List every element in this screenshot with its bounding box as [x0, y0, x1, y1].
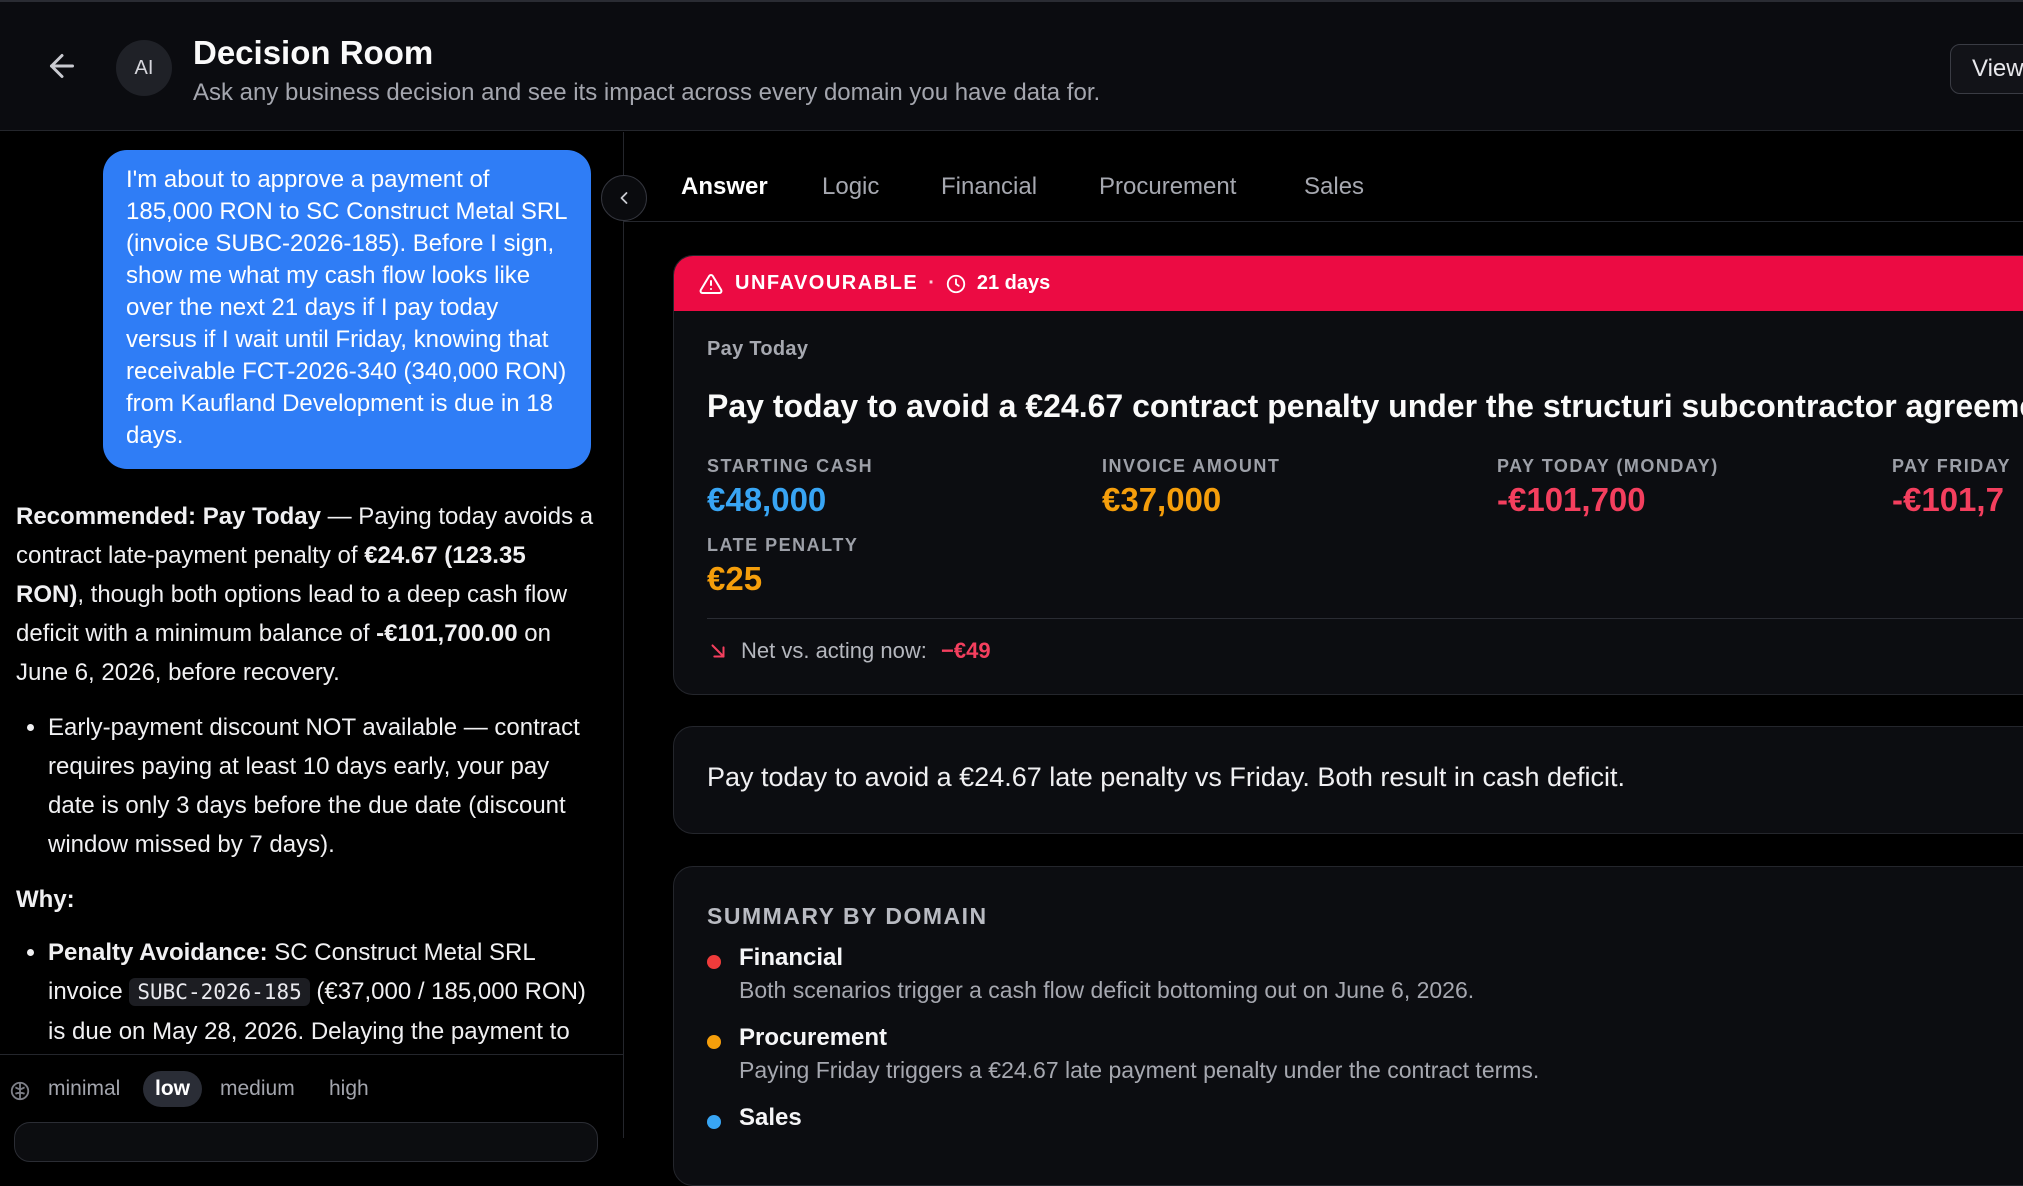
late-penalty-label: LATE PENALTY: [707, 535, 859, 555]
view-button[interactable]: View: [1950, 44, 2023, 94]
effort-option-low[interactable]: low: [143, 1071, 202, 1107]
invoice-code: SUBC-2026-185: [129, 978, 310, 1006]
domain-financial-desc: Both scenarios trigger a cash flow defic…: [739, 977, 1475, 1003]
domain-summary-heading: SUMMARY BY DOMAIN: [707, 903, 988, 929]
effort-option-medium[interactable]: medium: [208, 1071, 307, 1107]
brain-icon: [9, 1080, 31, 1107]
page-title: Decision Room: [193, 34, 434, 71]
invoice-amount-value: €37,000: [1102, 481, 1222, 518]
pane-divider: [623, 132, 624, 1138]
chat-pane: I'm about to approve a payment of 185,00…: [0, 132, 623, 1138]
domain-financial-name: Financial: [739, 944, 844, 971]
net-label: Net vs. acting now:: [741, 638, 927, 663]
net-value: −€49: [941, 638, 991, 663]
domain-procurement-name: Procurement: [739, 1024, 888, 1051]
domain-summary-card: SUMMARY BY DOMAIN Financial Both scenari…: [673, 866, 2023, 1186]
tab-answer[interactable]: Answer: [681, 173, 768, 201]
pay-today-label: PAY TODAY (MONDAY): [1497, 456, 1719, 476]
summary-sentence: Pay today to avoid a €24.67 late penalty…: [707, 762, 1626, 792]
domain-sales-name: Sales: [739, 1104, 802, 1131]
tab-logic[interactable]: Logic: [822, 173, 879, 201]
user-message-bubble: I'm about to approve a payment of 185,00…: [103, 150, 591, 469]
tab-financial[interactable]: Financial: [941, 173, 1037, 201]
answer-bullet: Early-payment discount NOT available — c…: [48, 708, 596, 864]
back-button[interactable]: [44, 48, 80, 84]
pay-today-value: -€101,700: [1497, 481, 1646, 518]
answer-paragraph: Recommended: Pay Today — Paying today av…: [16, 497, 596, 692]
pay-friday-value: -€101,7: [1892, 481, 2004, 518]
answer-bullets: Early-payment discount NOT available — c…: [16, 708, 596, 864]
procurement-dot: [707, 1035, 721, 1049]
trend-down-icon: [711, 644, 725, 658]
verdict-status: UNFAVOURABLE: [735, 272, 919, 294]
avatar: AI: [116, 40, 172, 96]
tab-sales[interactable]: Sales: [1304, 173, 1364, 201]
warning-icon: [699, 273, 723, 294]
late-penalty-value: €25: [707, 560, 763, 597]
verdict-banner: UNFAVOURABLE · 21 days: [674, 256, 2023, 311]
verdict-card: UNFAVOURABLE · 21 days Pay Today Pay tod…: [673, 255, 2023, 695]
answer-min-balance: -€101,700.00: [376, 620, 518, 647]
net-comparison: Net vs. acting now: −€49: [707, 638, 991, 664]
why-label: Why:: [16, 886, 75, 913]
page-subtitle: Ask any business decision and see its im…: [193, 79, 1101, 106]
arrow-left-icon: [50, 54, 74, 78]
result-tabs: Answer Logic Financial Procurement Sales: [624, 160, 2023, 222]
financial-dot: [707, 955, 721, 969]
tab-procurement[interactable]: Procurement: [1099, 173, 1236, 201]
verdict-headline: Pay today to avoid a €24.67 contract pen…: [707, 388, 2023, 424]
message-input[interactable]: [14, 1122, 598, 1162]
starting-cash-label: STARTING CASH: [707, 456, 874, 476]
card-divider: [707, 618, 2023, 619]
verdict-horizon: 21 days: [976, 272, 1051, 294]
effort-option-minimal[interactable]: minimal: [36, 1071, 132, 1107]
invoice-amount-label: INVOICE AMOUNT: [1102, 456, 1281, 476]
assistant-answer: Recommended: Pay Today — Paying today av…: [16, 497, 596, 1138]
answer-recommendation: Recommended: Pay Today: [16, 503, 321, 530]
summary-card: Pay today to avoid a €24.67 late penalty…: [673, 726, 2023, 834]
why-bullet-title: Penalty Avoidance:: [48, 939, 268, 966]
effort-option-high[interactable]: high: [317, 1071, 381, 1107]
pay-friday-label: PAY FRIDAY: [1892, 456, 2012, 476]
starting-cash-value: €48,000: [707, 481, 827, 518]
clock-icon: [946, 274, 966, 293]
separator-dot: ·: [928, 272, 935, 294]
sales-dot: [707, 1115, 721, 1129]
app-header: AI Decision Room Ask any business decisi…: [0, 0, 2023, 131]
verdict-kicker: Pay Today: [707, 338, 809, 360]
domain-procurement-desc: Paying Friday triggers a €24.67 late pay…: [739, 1057, 1540, 1083]
